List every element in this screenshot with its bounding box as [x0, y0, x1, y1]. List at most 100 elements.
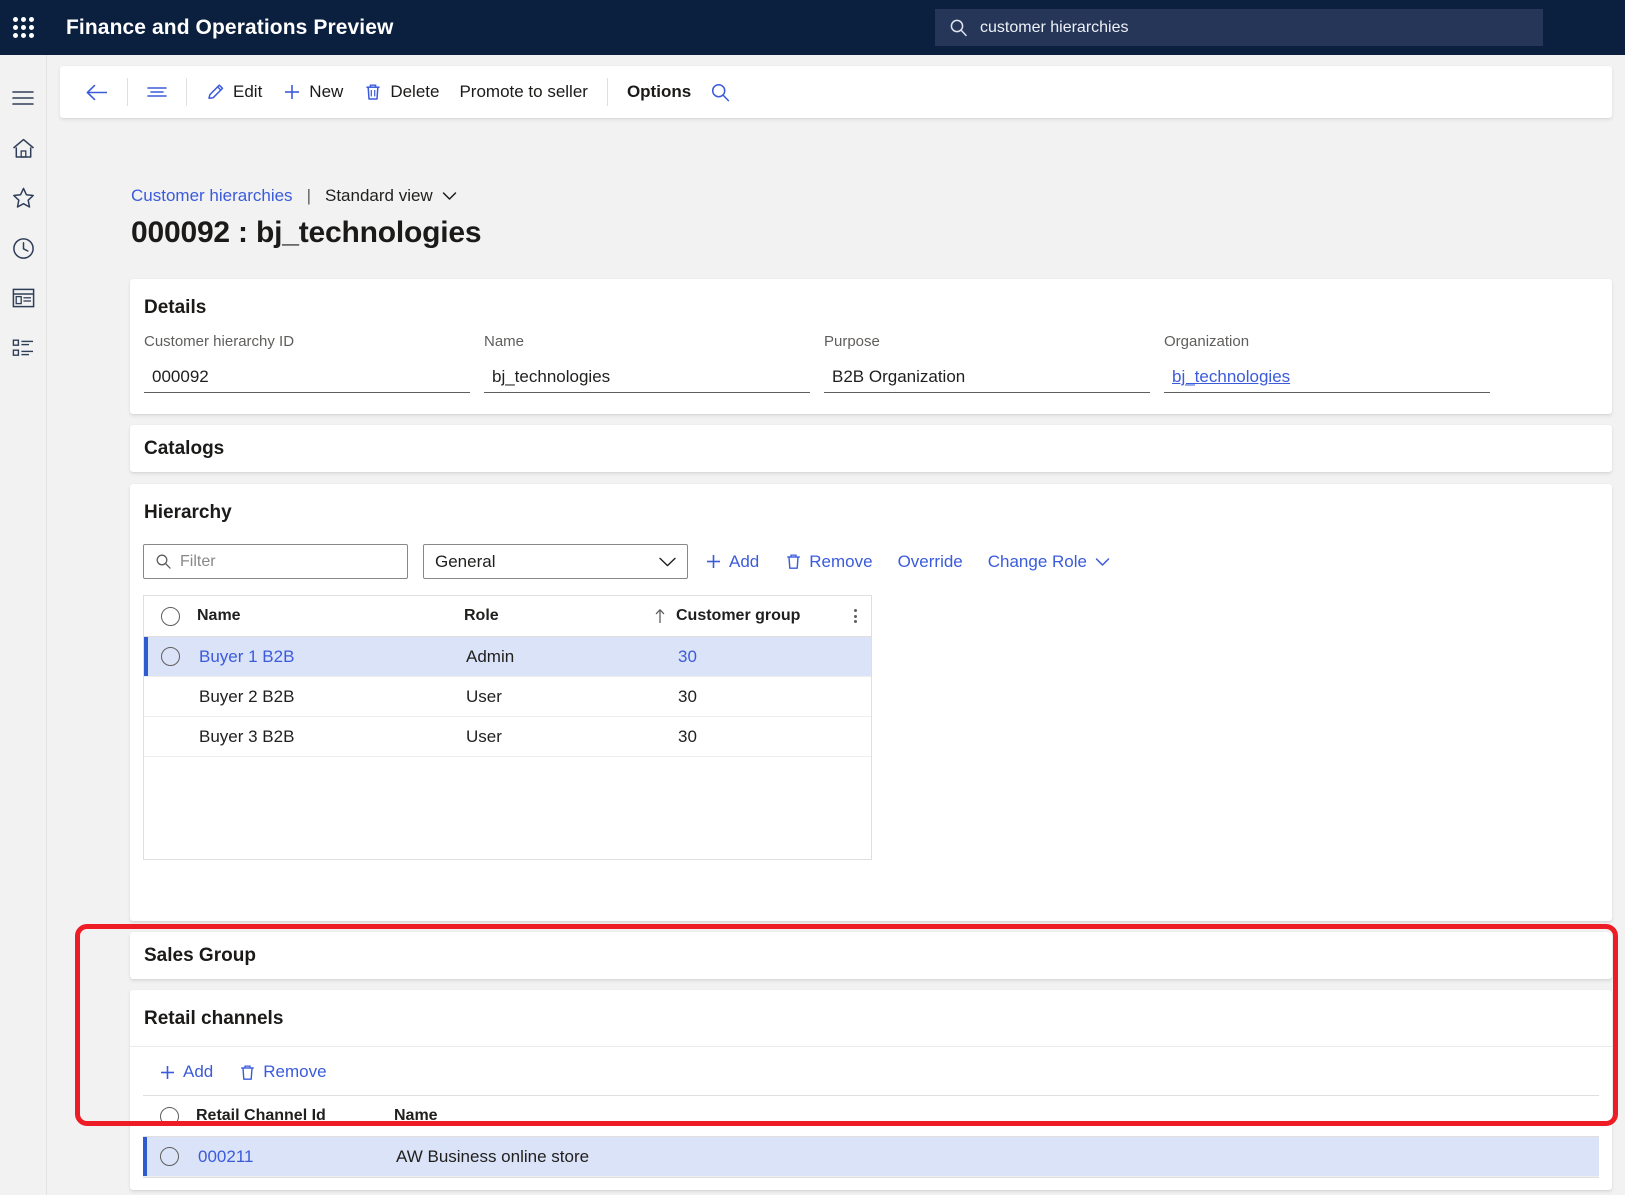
- hierarchy-remove-label: Remove: [809, 551, 873, 571]
- hierarchy-grid: Name Role Customer group Buyer 1 B2B Adm…: [143, 595, 872, 860]
- field-purpose: Purpose B2B Organization: [824, 333, 1150, 393]
- chevron-down-icon: [658, 556, 677, 568]
- organization-link[interactable]: bj_technologies: [1164, 359, 1490, 393]
- hierarchy-change-role-button[interactable]: Change Role: [979, 545, 1119, 579]
- hierarchy-section-title[interactable]: Hierarchy: [130, 484, 1612, 524]
- divider: [606, 78, 608, 106]
- divider: [127, 78, 128, 106]
- cell-customer-group[interactable]: 30: [676, 647, 846, 667]
- column-options-icon[interactable]: [850, 605, 861, 627]
- hierarchy-type-select[interactable]: General: [423, 544, 688, 579]
- select-all-radio[interactable]: [143, 1106, 196, 1126]
- details-section-title[interactable]: Details: [130, 279, 1612, 319]
- column-header-customer-group[interactable]: Customer group: [676, 607, 846, 625]
- hierarchy-remove-button[interactable]: Remove: [775, 545, 881, 579]
- home-icon[interactable]: [0, 123, 47, 173]
- view-selector[interactable]: Standard view: [325, 186, 457, 206]
- details-fields: Customer hierarchy ID 000092 Name bj_tec…: [130, 319, 1612, 393]
- cell-role: User: [466, 686, 502, 706]
- hierarchy-filter-placeholder: Filter: [180, 552, 216, 570]
- select-all-radio[interactable]: [144, 606, 197, 626]
- catalogs-section-title[interactable]: Catalogs: [130, 425, 1612, 460]
- retail-channels-section-title[interactable]: Retail channels: [130, 990, 1612, 1030]
- search-icon: [155, 553, 172, 570]
- column-header-name[interactable]: Name: [197, 607, 464, 625]
- trash-icon: [363, 82, 383, 102]
- hierarchy-filter-input[interactable]: Filter: [143, 544, 408, 579]
- retail-add-button[interactable]: Add: [149, 1055, 222, 1089]
- promote-to-seller-button[interactable]: Promote to seller: [449, 72, 598, 112]
- column-header-role[interactable]: Role: [464, 607, 644, 625]
- name-input[interactable]: bj_technologies: [484, 359, 810, 393]
- search-icon: [949, 18, 968, 37]
- purpose-input[interactable]: B2B Organization: [824, 359, 1150, 393]
- table-row[interactable]: Buyer 3 B2B User 30: [144, 717, 871, 757]
- hamburger-menu-icon[interactable]: [0, 73, 47, 123]
- trash-icon: [238, 1063, 257, 1082]
- main-content-area: Edit New Delete Promote to seller Option…: [47, 55, 1625, 1195]
- action-pane: Edit New Delete Promote to seller Option…: [60, 66, 1612, 118]
- cell-customer-group: 30: [678, 686, 697, 706]
- pencil-icon: [206, 82, 226, 102]
- field-customer-hierarchy-id: Customer hierarchy ID 000092: [144, 333, 470, 393]
- edit-button-label: Edit: [233, 82, 263, 101]
- field-value: B2B Organization: [832, 367, 966, 386]
- column-header-retail-channel-id[interactable]: Retail Channel Id: [196, 1107, 394, 1125]
- row-select-radio[interactable]: [143, 1147, 196, 1166]
- workspace-icon[interactable]: [0, 273, 47, 323]
- show-navigation-icon[interactable]: [137, 72, 177, 112]
- retail-remove-label: Remove: [263, 1062, 327, 1081]
- app-title: Finance and Operations Preview: [66, 15, 394, 39]
- hierarchy-type-value: General: [435, 551, 496, 571]
- star-icon[interactable]: [0, 173, 47, 223]
- retail-grid-header: Retail Channel Id Name: [143, 1096, 1599, 1137]
- cell-name: AW Business online store: [396, 1146, 590, 1166]
- retail-channels-grid: Retail Channel Id Name 000211 AW Busines…: [143, 1095, 1599, 1178]
- table-row[interactable]: Buyer 1 B2B Admin 30: [144, 637, 871, 677]
- field-label: Purpose: [824, 333, 880, 350]
- delete-button-label: Delete: [390, 82, 440, 101]
- cell-retail-channel-id[interactable]: 000211: [196, 1147, 394, 1167]
- new-button[interactable]: New: [272, 72, 353, 112]
- hierarchy-grid-header: Name Role Customer group: [144, 596, 871, 637]
- top-navigation-bar: Finance and Operations Preview customer …: [0, 0, 1625, 55]
- left-navigation-rail: [0, 55, 47, 1195]
- cell-role: Admin: [466, 646, 515, 666]
- options-tab[interactable]: Options: [617, 72, 701, 112]
- plus-icon: [704, 552, 723, 571]
- divider: [186, 78, 187, 106]
- back-arrow-icon[interactable]: [76, 72, 118, 112]
- search-icon[interactable]: [701, 72, 740, 112]
- application-window: Finance and Operations Preview customer …: [0, 0, 1625, 1195]
- retail-remove-button[interactable]: Remove: [229, 1055, 335, 1089]
- chevron-down-icon: [1095, 557, 1110, 567]
- global-search-input[interactable]: customer hierarchies: [935, 9, 1543, 46]
- cell-name[interactable]: Buyer 1 B2B: [197, 647, 464, 667]
- table-row[interactable]: Buyer 2 B2B User 30: [144, 677, 871, 717]
- retail-channels-section: Retail channels Add Remove Retail Channe…: [130, 990, 1612, 1190]
- sales-group-section: Sales Group: [130, 932, 1612, 979]
- list-icon[interactable]: [0, 323, 47, 373]
- hierarchy-section: Hierarchy Filter General Add Remove Over…: [130, 484, 1612, 921]
- chevron-down-icon: [442, 191, 457, 201]
- clock-icon[interactable]: [0, 223, 47, 273]
- cell-name: Buyer 3 B2B: [199, 726, 295, 746]
- breadcrumb-parent-link[interactable]: Customer hierarchies: [131, 186, 293, 206]
- hierarchy-add-label: Add: [729, 551, 760, 571]
- sales-group-section-title[interactable]: Sales Group: [130, 932, 1612, 967]
- page-title: 000092 : bj_technologies: [131, 216, 482, 249]
- retail-channels-toolbar: Add Remove: [130, 1047, 1612, 1089]
- column-header-name[interactable]: Name: [394, 1107, 994, 1125]
- breadcrumb: Customer hierarchies | Standard view: [131, 186, 457, 206]
- hierarchy-override-button[interactable]: Override: [889, 545, 972, 579]
- delete-button[interactable]: Delete: [353, 72, 449, 112]
- retail-add-label: Add: [183, 1062, 214, 1081]
- edit-button[interactable]: Edit: [196, 72, 272, 112]
- app-launcher-icon[interactable]: [0, 0, 46, 55]
- customer-hierarchy-id-input[interactable]: 000092: [144, 359, 470, 393]
- table-row[interactable]: 000211 AW Business online store: [143, 1137, 1599, 1177]
- row-select-radio[interactable]: [144, 647, 197, 666]
- plus-icon: [158, 1063, 177, 1082]
- hierarchy-add-button[interactable]: Add: [695, 545, 768, 579]
- breadcrumb-separator: |: [306, 186, 311, 205]
